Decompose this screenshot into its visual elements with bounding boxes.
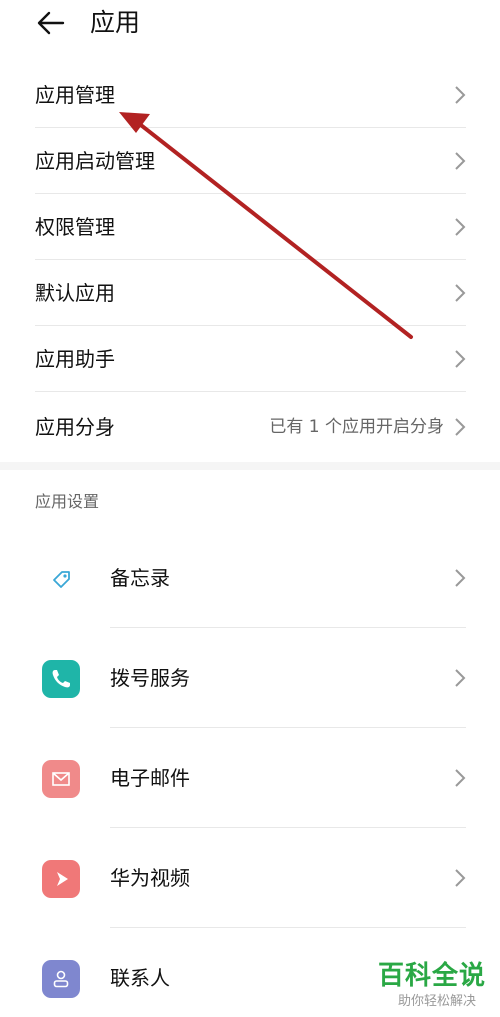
- phone-icon: [42, 660, 80, 698]
- play-icon: [42, 860, 80, 898]
- page-title: 应用: [90, 8, 141, 37]
- app-item-label: 华为视频: [110, 866, 190, 890]
- chevron-right-icon: [455, 869, 466, 887]
- app-item-dialer[interactable]: 拨号服务: [0, 628, 500, 728]
- menu-item-app-twin[interactable]: 应用分身 已有 1 个应用开启分身: [0, 394, 500, 460]
- menu-item-label: 权限管理: [35, 215, 115, 239]
- app-menu-card: 应用 应用管理 应用启动管理 权限管理 默认应用 应用助手 应用分身 已有 1 …: [0, 0, 500, 462]
- app-item-label: 电子邮件: [110, 766, 190, 790]
- chevron-right-icon: [455, 418, 466, 436]
- menu-item-value: 已有 1 个应用开启分身: [269, 417, 444, 437]
- app-item-label: 拨号服务: [110, 666, 190, 690]
- menu-item-app-assistant[interactable]: 应用助手: [0, 326, 500, 392]
- chevron-right-icon: [455, 284, 466, 302]
- menu-item-default-apps[interactable]: 默认应用: [0, 260, 500, 326]
- menu-item-label: 应用管理: [35, 83, 115, 107]
- watermark-subtitle: 助你轻松解决: [397, 994, 476, 1009]
- menu-item-label: 应用助手: [35, 347, 115, 371]
- chevron-right-icon: [455, 350, 466, 368]
- header: 应用: [0, 0, 500, 52]
- section-title: 应用设置: [35, 492, 100, 511]
- chevron-right-icon: [455, 218, 466, 236]
- mail-icon: [42, 760, 80, 798]
- menu-item-label: 应用启动管理: [35, 149, 155, 173]
- app-item-huawei-video[interactable]: 华为视频: [0, 828, 500, 928]
- chevron-right-icon: [455, 569, 466, 587]
- chevron-right-icon: [455, 86, 466, 104]
- memo-tag-icon: [53, 571, 70, 588]
- chevron-right-icon: [455, 669, 466, 687]
- chevron-right-icon: [455, 769, 466, 787]
- back-arrow-icon[interactable]: [36, 8, 66, 38]
- divider: [35, 391, 466, 392]
- chevron-right-icon: [455, 152, 466, 170]
- menu-item-label: 应用分身: [35, 415, 115, 439]
- app-item-memo[interactable]: 备忘录: [0, 528, 500, 628]
- app-item-label: 联系人: [110, 966, 170, 990]
- menu-item-permissions[interactable]: 权限管理: [0, 194, 500, 260]
- menu-item-label: 默认应用: [35, 281, 115, 305]
- menu-item-app-management[interactable]: 应用管理: [0, 62, 500, 128]
- app-item-email[interactable]: 电子邮件: [0, 728, 500, 828]
- menu-item-app-launch[interactable]: 应用启动管理: [0, 128, 500, 194]
- app-item-label: 备忘录: [110, 566, 170, 590]
- watermark-title: 百科全说: [377, 961, 486, 991]
- contact-icon: [42, 960, 80, 998]
